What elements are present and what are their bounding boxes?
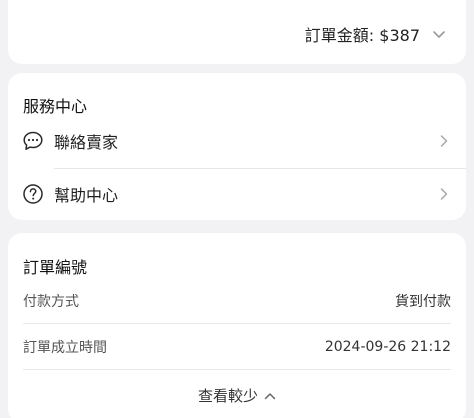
show-less-button[interactable]: 查看較少: [8, 385, 466, 406]
chat-bubble-icon: [23, 131, 43, 150]
chevron-right-icon: [440, 135, 448, 147]
service-center-title: 服務中心: [23, 97, 88, 116]
show-less-label: 查看較少: [197, 387, 258, 405]
chevron-down-icon: [433, 31, 445, 38]
divider: [23, 369, 451, 370]
payment-method-row: 付款方式 貨到付款: [23, 279, 451, 323]
contact-seller-label: 聯絡賣家: [54, 133, 119, 152]
help-center-label: 幫助中心: [54, 186, 119, 205]
contact-seller-row[interactable]: 聯絡賣家: [8, 115, 466, 167]
order-total-toggle[interactable]: 訂單金額: $387: [305, 22, 446, 46]
help-center-row[interactable]: 幫助中心: [8, 168, 466, 220]
payment-method-label: 付款方式: [23, 294, 79, 310]
order-time-row: 訂單成立時間 2024-09-26 21:12: [23, 325, 451, 369]
order-total-label: 訂單金額: $387: [304, 26, 420, 45]
order-time-label: 訂單成立時間: [23, 340, 107, 356]
order-time-value: 2024-09-26 21:12: [324, 339, 451, 355]
chevron-right-icon: [440, 188, 448, 200]
chevron-up-icon: [264, 392, 276, 399]
divider: [23, 323, 451, 324]
order-total-card: 訂單金額: $387: [8, 0, 466, 64]
service-center-card: 服務中心 聯絡賣家 幫助中心: [8, 73, 466, 220]
order-info-card: 訂單編號 付款方式 貨到付款 訂單成立時間 2024-09-26 21:12 查…: [8, 233, 466, 418]
payment-method-value: 貨到付款: [395, 294, 451, 310]
order-number-title: 訂單編號: [23, 258, 88, 277]
question-circle-icon: [23, 184, 43, 204]
